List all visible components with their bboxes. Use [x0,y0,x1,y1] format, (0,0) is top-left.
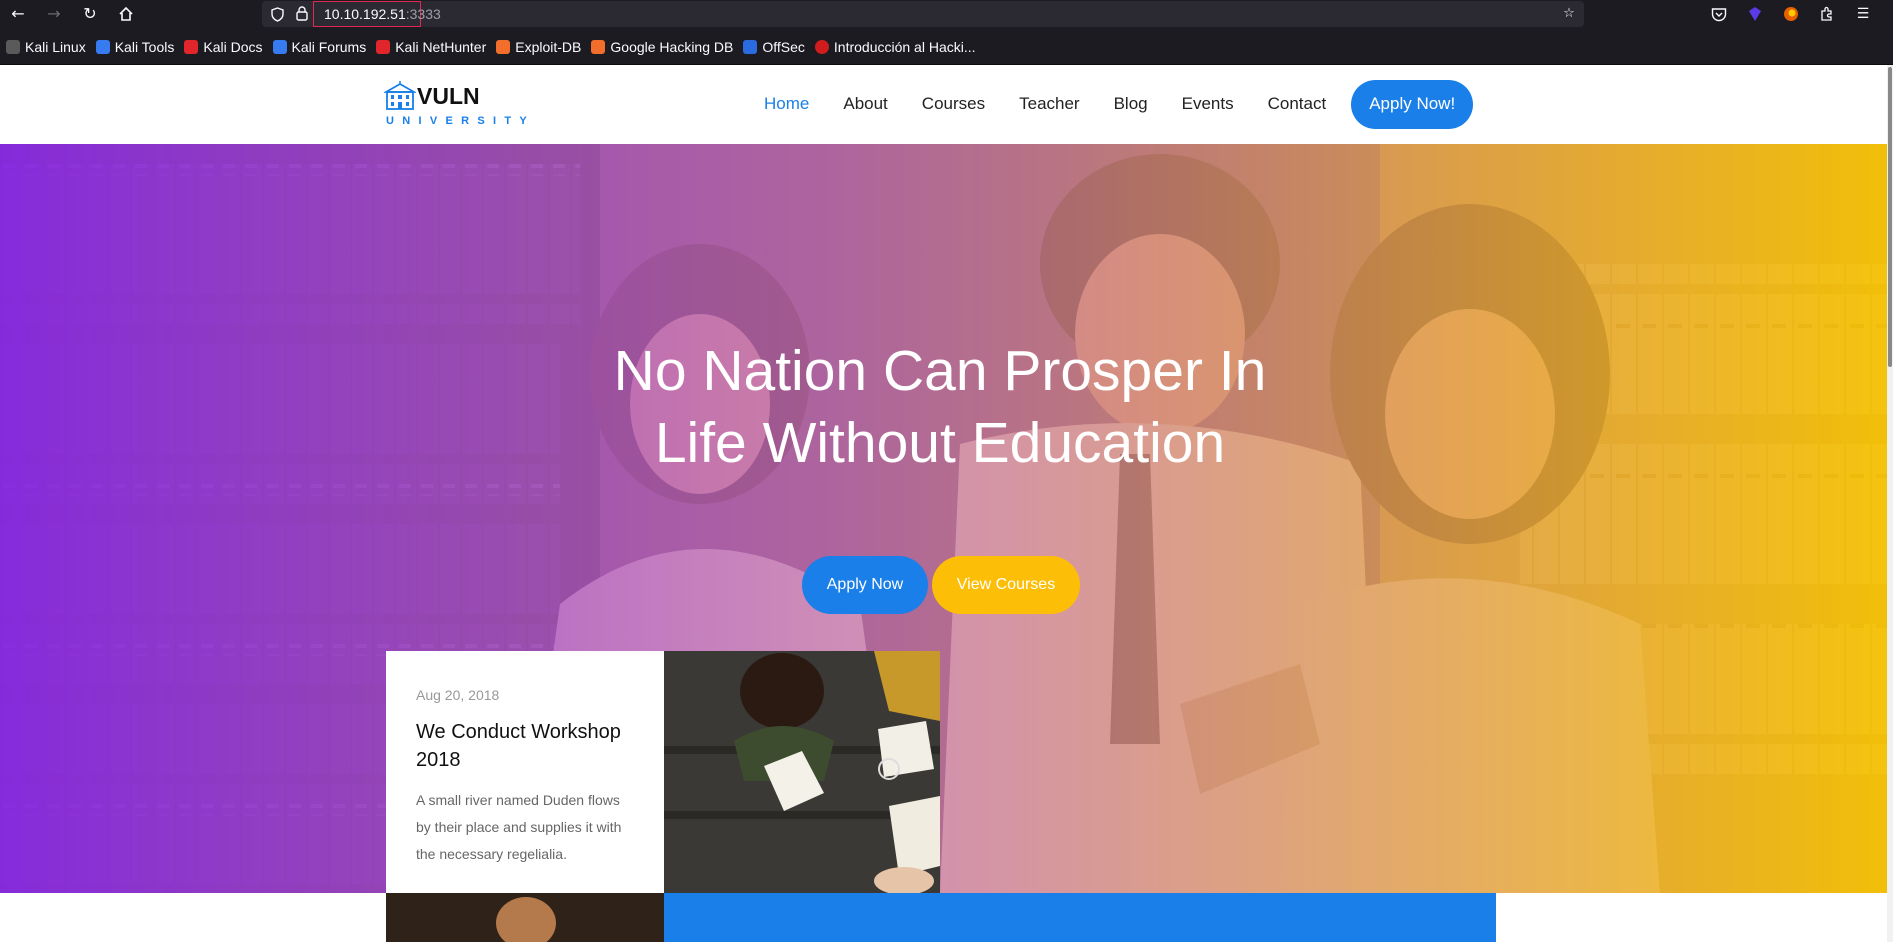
bookmark-label: Introducción al Hacki... [833,38,976,55]
url-bar[interactable]: 10.10.192.51:3333 ☆ [262,1,1584,27]
hero-title-line-1: No Nation Can Prosper In [613,339,1267,403]
firefox-account-icon[interactable] [1780,3,1802,25]
bookmark-label: Kali Tools [114,38,175,55]
next-card-image[interactable] [386,893,664,942]
nethunter-icon [376,39,391,54]
kali-docs-icon [184,39,199,54]
event-description: A small river named Duden flows by their… [416,792,622,862]
pocket-icon[interactable] [1708,3,1730,25]
logo-title: VULN [417,83,480,109]
url-host: 10.10.192.51 [324,6,406,22]
nav-contact[interactable]: Contact [1268,94,1327,114]
next-section-banner [664,893,1496,942]
bookmark-kali-nethunter[interactable]: Kali NetHunter [376,39,486,55]
extension-icon[interactable] [1744,3,1766,25]
bookmark-kali-linux[interactable]: Kali Linux [6,39,86,55]
bookmarks-bar: Kali Linux Kali Tools Kali Docs Kali For… [0,29,1893,65]
hero-section: No Nation Can Prosper In Life Without Ed… [0,144,1887,893]
reload-icon[interactable]: ↻ [79,3,101,25]
event-image[interactable] [664,651,940,893]
bookmark-label: Kali NetHunter [395,38,487,55]
url-port: :3333 [405,6,441,22]
apply-now-nav-button[interactable]: Apply Now! [1351,79,1474,129]
bookmark-offsec[interactable]: OffSec [743,39,805,55]
bookmark-kali-tools[interactable]: Kali Tools [95,38,175,55]
bookmark-star-icon[interactable]: ☆ [1559,3,1579,25]
forward-icon[interactable]: → [43,3,65,25]
next-card-photo [386,893,664,942]
menu-icon[interactable]: ☰ [1852,3,1874,25]
logo-subtitle: UNIVERSITY [386,115,536,127]
url-text[interactable]: 10.10.192.51:3333 [313,1,441,27]
lock-icon[interactable] [292,3,312,25]
nav-blog[interactable]: Blog [1114,94,1148,114]
nav-courses[interactable]: Courses [922,94,985,114]
workshop-photo [664,651,940,893]
bookmark-kali-forums[interactable]: Kali Forums [272,38,367,55]
bookmark-label: Kali Linux [25,38,86,55]
bookmark-intro-hacking[interactable]: Introducción al Hacki... [814,38,976,55]
bookmark-label: Kali Forums [291,38,367,55]
nav-events[interactable]: Events [1182,94,1234,114]
view-courses-button[interactable]: View Courses [932,556,1080,614]
bookmark-label: Exploit-DB [515,38,582,55]
event-card[interactable]: Aug 20, 2018 We Conduct Workshop 2018 A … [386,651,664,893]
home-icon[interactable] [115,3,137,25]
bookmark-label: OffSec [762,38,805,55]
nav-home[interactable]: Home [764,94,809,114]
nav-about[interactable]: About [843,94,887,114]
browser-toolbar: ← → ↻ 10.10.192.51:3333 ☆ ☰ [0,0,1893,29]
event-title[interactable]: We Conduct Workshop 2018 [416,718,634,774]
nav-teacher[interactable]: Teacher [1019,94,1079,114]
shield-icon[interactable] [267,3,287,25]
bookmark-google-hacking-db[interactable]: Google Hacking DB [591,39,733,55]
kali-forums-icon [272,39,287,54]
scrollbar-thumb[interactable] [1888,67,1892,367]
bookmark-label: Google Hacking DB [610,38,734,55]
event-date: Aug 20, 2018 [416,687,500,703]
apply-now-button[interactable]: Apply Now [802,556,928,614]
hero-title: No Nation Can Prosper In Life Without Ed… [540,335,1340,479]
extensions-icon[interactable] [1816,3,1838,25]
ghdb-icon [591,39,606,54]
site-header: VULN UNIVERSITY Home About Courses Teach… [0,65,1887,144]
hacking-course-icon [814,39,829,54]
site-logo[interactable]: VULN UNIVERSITY [384,79,527,131]
university-building-icon [384,81,416,110]
hero-background-image [0,144,1887,893]
kali-dragon-icon [6,39,20,54]
back-icon[interactable]: ← [7,3,29,25]
page-scrollbar[interactable] [1887,65,1893,942]
main-nav: Home About Courses Teacher Blog Events C… [764,79,1474,129]
bookmark-kali-docs[interactable]: Kali Docs [184,38,263,55]
kali-tools-icon [95,39,110,54]
bookmark-exploit-db[interactable]: Exploit-DB [496,39,581,55]
hero-title-line-2: Life Without Education [654,411,1226,475]
web-page: VULN UNIVERSITY Home About Courses Teach… [0,65,1893,942]
bookmark-label: Kali Docs [203,38,263,55]
offsec-icon [743,39,758,54]
exploit-db-icon [496,39,511,54]
